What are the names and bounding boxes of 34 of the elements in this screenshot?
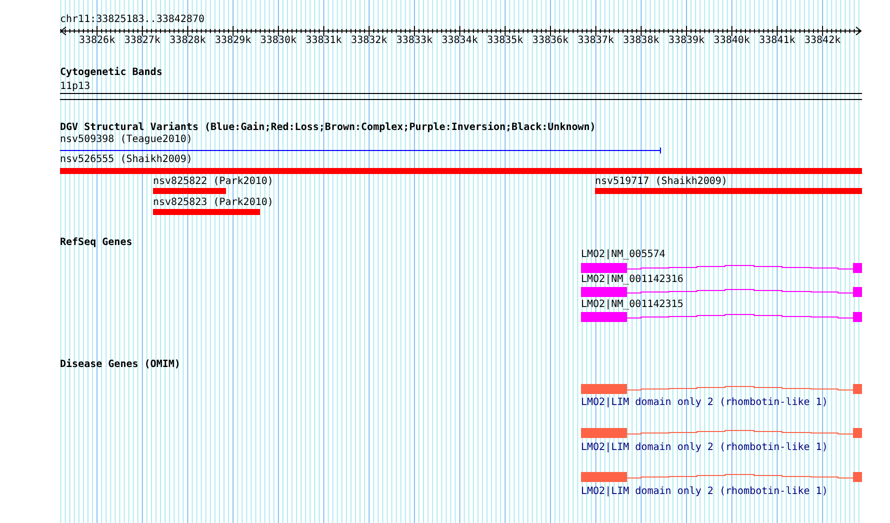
gene-label: LMO2|NM_001142315 [581,299,684,311]
tick-label: 33833k [396,35,433,47]
tick-label: 33837k [578,35,614,47]
gene-label: LMO2|LIM domain only 2 (rhombotin-like 1) [581,442,828,454]
tick-label: 33831k [306,35,342,47]
gene-label: LMO2|LIM domain only 2 (rhombotin-like 1) [581,486,828,498]
tick-label: 33841k [759,35,796,47]
variant-label: nsv526555 (Shaikh2009) [60,154,192,166]
variant-label: nsv519717 (Shaikh2009) [595,176,728,188]
tick-label: 33830k [260,35,296,47]
gene-label: LMO2|NM_005574 [581,249,666,261]
tick-label: 33838k [623,35,660,47]
tick-label: 33829k [215,35,252,47]
track-title: Disease Genes (OMIM) [60,359,180,371]
tick-label: 33835k [487,35,524,47]
variant-label: nsv509398 (Teague2010) [60,134,192,146]
track-title: Cytogenetic Bands [60,67,162,79]
variant-label: nsv825823 (Park2010) [153,197,274,209]
track-title: RefSeq Genes [60,237,132,249]
tick-label: 33828k [170,35,206,47]
tick-label: 33839k [668,35,705,47]
gene-label: LMO2|NM_001142316 [581,274,684,286]
tick-label: 33836k [532,35,569,47]
tick-label: 33842k [804,35,841,47]
track-title: DGV Structural Variants (Blue:Gain;Red:Loss;Brown:Complex;Purple:Inversion;Black:Unknown) [60,122,596,134]
gene-label: LMO2|LIM domain only 2 (rhombotin-like 1) [581,397,828,409]
variant-label: nsv825822 (Park2010) [153,176,274,188]
tick-label: 33832k [351,35,388,47]
tick-label: 33834k [442,35,478,47]
tick-label: 33827k [124,35,160,47]
band-label: 11p13 [60,81,90,93]
range-label: chr11:33825183..33842870 [60,14,204,26]
tick-label: 33826k [78,35,116,47]
tick-label: 33840k [714,35,750,47]
